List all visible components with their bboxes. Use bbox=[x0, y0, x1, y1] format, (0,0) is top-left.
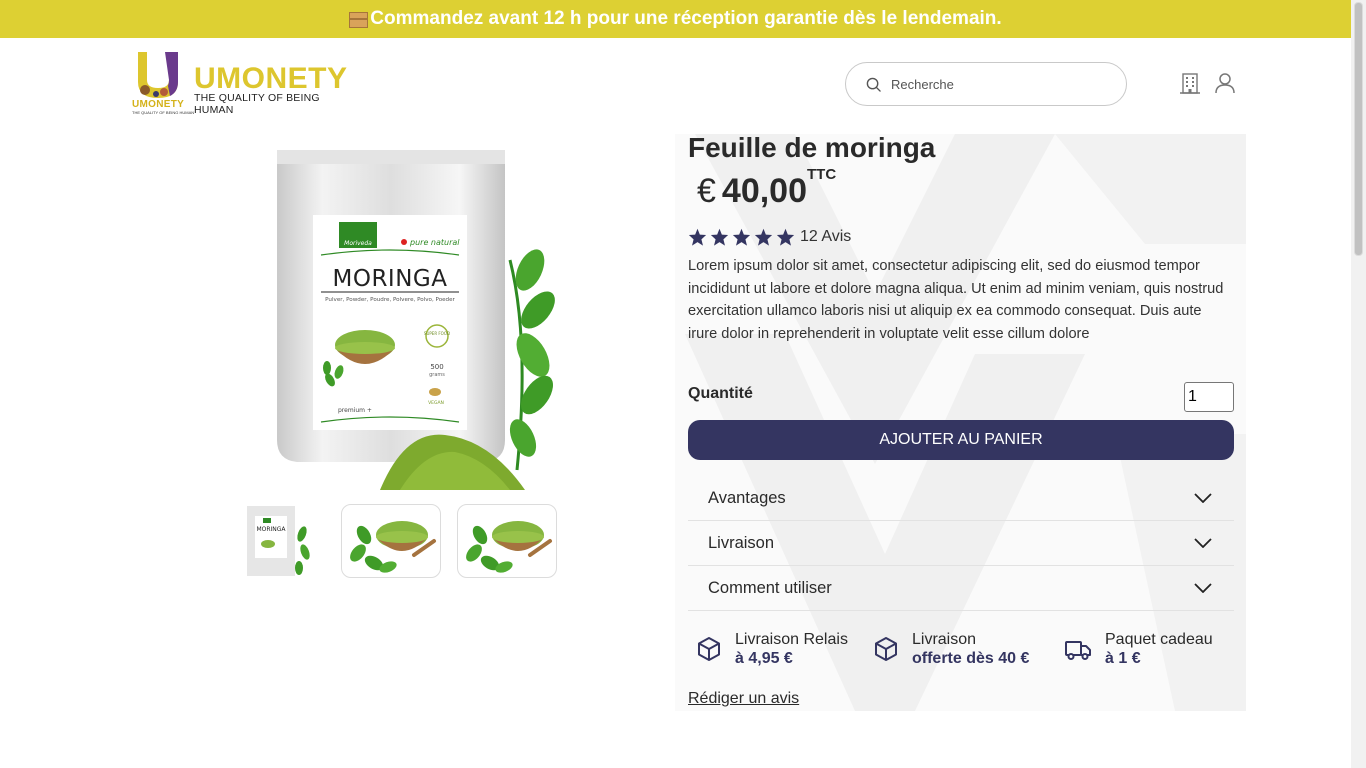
package-weight-unit: grams bbox=[429, 372, 445, 378]
package-icon bbox=[349, 12, 369, 28]
review-count: 12 Avis bbox=[800, 228, 852, 245]
accordion-comment-utiliser[interactable]: Comment utiliser bbox=[688, 566, 1234, 611]
package-vegan: VEGAN bbox=[428, 400, 444, 406]
package-badge: SUPER FOOD bbox=[424, 331, 450, 336]
chevron-down-icon bbox=[1194, 538, 1212, 548]
feature-line2: à 1 € bbox=[1105, 650, 1141, 667]
product-price: €40,00TTC bbox=[697, 166, 836, 211]
star-icon bbox=[754, 228, 773, 246]
logo-small-name: UMONETY bbox=[132, 99, 185, 110]
logo-name: UMONETY bbox=[194, 62, 348, 95]
user-icon[interactable] bbox=[1214, 72, 1236, 94]
package-grade: premium + bbox=[338, 407, 372, 414]
box-icon bbox=[875, 637, 897, 661]
thumbnail-bowl-image bbox=[350, 521, 436, 573]
star-icon bbox=[776, 228, 795, 246]
search-input[interactable] bbox=[891, 76, 1111, 92]
search-box[interactable] bbox=[845, 62, 1127, 106]
product-rating[interactable]: 12 Avis bbox=[688, 228, 851, 246]
feature-line1: Livraison bbox=[912, 631, 977, 648]
product-description: Lorem ipsum dolor sit amet, consectetur … bbox=[688, 258, 1224, 342]
quantity-input[interactable] bbox=[1184, 382, 1234, 412]
search-icon bbox=[866, 77, 881, 92]
box-icon bbox=[698, 637, 720, 661]
price-value: 40,00 bbox=[721, 172, 808, 210]
product-main-image[interactable]: Moriveda pure natural MORINGA Pulver, Po… bbox=[255, 140, 555, 495]
quantity-label: Quantité bbox=[688, 385, 753, 402]
thumbnail-1[interactable]: MORINGA bbox=[243, 504, 310, 578]
star-icon bbox=[710, 228, 729, 246]
accordion-label: Comment utiliser bbox=[708, 578, 832, 597]
accordion-label: Avantages bbox=[708, 488, 786, 507]
add-to-cart-button[interactable]: AJOUTER AU PANIER bbox=[688, 420, 1234, 460]
site-logo[interactable]: UMONETY THE QUALITY OF BEING HUMAN UMONE… bbox=[131, 50, 361, 116]
product-package-image: Moriveda pure natural MORINGA Pulver, Po… bbox=[277, 150, 555, 490]
feature-line2: à 4,95 € bbox=[735, 650, 793, 667]
package-brand: Moriveda bbox=[344, 240, 372, 247]
thumbnail-2[interactable] bbox=[341, 504, 441, 578]
product-title: Feuille de moringa bbox=[688, 132, 936, 163]
truck-icon bbox=[1065, 641, 1091, 660]
logo-tagline: THE QUALITY OF BEING HUMAN bbox=[194, 92, 320, 116]
star-icon bbox=[688, 228, 707, 246]
page-scrollbar[interactable] bbox=[1351, 0, 1366, 768]
feature-line1: Livraison Relais bbox=[735, 631, 848, 648]
feature-gift-wrap: Paquet cadeau à 1 € bbox=[1063, 630, 1213, 668]
accordion-label: Livraison bbox=[708, 533, 775, 552]
thumbnail-3[interactable] bbox=[457, 504, 557, 578]
price-currency: € bbox=[697, 172, 716, 210]
thumbnail-package-name: MORINGA bbox=[256, 526, 286, 533]
package-weight: 500 bbox=[430, 363, 443, 371]
star-icon bbox=[732, 228, 751, 246]
chevron-down-icon bbox=[1194, 583, 1212, 593]
building-icon[interactable] bbox=[1179, 72, 1201, 94]
thumbnail-package-image: MORINGA bbox=[247, 506, 310, 576]
thumbnail-bowl-image-alt bbox=[466, 521, 552, 573]
feature-relay-delivery: Livraison Relais à 4,95 € bbox=[695, 630, 848, 668]
package-claim: pure natural bbox=[409, 238, 460, 247]
logo-mark-icon bbox=[138, 52, 178, 98]
feature-free-delivery: Livraison offerte dès 40 € bbox=[872, 630, 1029, 668]
logo-small-tagline: THE QUALITY OF BEING HUMAN bbox=[132, 110, 195, 115]
scrollbar-thumb[interactable] bbox=[1354, 2, 1363, 256]
accordion-livraison[interactable]: Livraison bbox=[688, 521, 1234, 566]
rating-stars bbox=[688, 228, 795, 246]
package-languages: Pulver, Powder, Poudre, Polvere, Polvo, … bbox=[325, 297, 455, 303]
price-suffix: TTC bbox=[807, 166, 837, 183]
feature-line1: Paquet cadeau bbox=[1105, 631, 1213, 648]
promo-banner: Commandez avant 12 h pour une réception … bbox=[0, 0, 1351, 38]
promo-banner-text: Commandez avant 12 h pour une réception … bbox=[370, 8, 1002, 29]
accordion-avantages[interactable]: Avantages bbox=[688, 476, 1234, 521]
feature-line2: offerte dès 40 € bbox=[912, 650, 1030, 667]
chevron-down-icon bbox=[1194, 493, 1212, 503]
package-name: MORINGA bbox=[333, 266, 448, 292]
write-review-link[interactable]: Rédiger un avis bbox=[688, 690, 799, 708]
